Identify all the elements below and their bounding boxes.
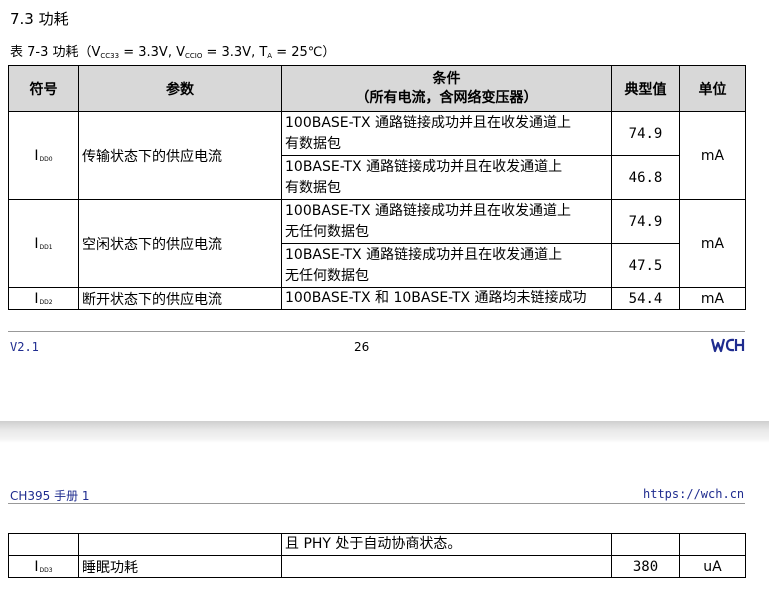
table-caption: 表 7-3 功耗（VCC33 = 3.3V, VCCIO = 3.3V, TA … [10, 44, 335, 63]
power-consumption-table: 符号 参数 条件 （所有电流，含网络变压器） 典型值 单位 IDD0 传输状态下… [8, 65, 746, 310]
doc-header-name: CH395 手册 1 [10, 489, 90, 503]
condition-line: 有数据包 [285, 135, 341, 152]
symbol-cell: IDD0 [8, 111, 79, 200]
doc-header-url[interactable]: https://wch.cn [643, 487, 744, 501]
caption-ta-sub: A [267, 52, 273, 60]
empty-cell [679, 533, 746, 556]
symbol-letter: I [34, 290, 39, 307]
typical-cell: 74.9 [611, 111, 680, 156]
typical-cell: 54.4 [611, 287, 680, 310]
empty-cell [78, 533, 282, 556]
condition-line: 100BASE-TX 通路链接成功并且在收发通道上 [285, 202, 571, 219]
condition-cell: 100BASE-TX 和 10BASE-TX 通路均未链接成功 [281, 287, 612, 310]
header-param: 参数 [78, 65, 282, 112]
symbol-subscript: DD2 [39, 298, 53, 306]
footer-rule [8, 331, 745, 332]
param-cell: 断开状态下的供应电流 [78, 287, 282, 310]
typical-cell: 74.9 [611, 199, 680, 244]
symbol-letter: I [34, 147, 39, 164]
condition-cell: 100BASE-TX 通路链接成功并且在收发通道上 有数据包 [281, 111, 612, 156]
symbol-letter: I [34, 235, 39, 252]
table-row: 且 PHY 处于自动协商状态。 [8, 533, 746, 556]
empty-cell [611, 533, 680, 556]
table-row: IDD2 断开状态下的供应电流 100BASE-TX 和 10BASE-TX 通… [8, 287, 746, 310]
table-header-row: 符号 参数 条件 （所有电流，含网络变压器） 典型值 单位 [8, 65, 746, 112]
caption-mid2: = 3.3V, T [202, 45, 268, 60]
header-condition: 条件 （所有电流，含网络变压器） [281, 65, 612, 112]
unit-cell: uA [679, 555, 746, 578]
header-symbol: 符号 [8, 65, 79, 112]
condition-cell: 10BASE-TX 通路链接成功并且在收发通道上 无任何数据包 [281, 243, 612, 288]
section-title: 7.3 功耗 [10, 10, 69, 28]
symbol-subscript: DD3 [39, 566, 53, 574]
unit-cell: mA [679, 199, 746, 288]
condition-cell [281, 555, 612, 578]
condition-cell: 100BASE-TX 通路链接成功并且在收发通道上 无任何数据包 [281, 199, 612, 244]
header-cond-line2: （所有电流，含网络变压器） [355, 89, 538, 106]
table-row: IDD1 空闲状态下的供应电流 100BASE-TX 通路链接成功并且在收发通道… [8, 199, 746, 288]
symbol-cell: IDD2 [8, 287, 79, 310]
typical-cell: 46.8 [611, 155, 680, 200]
footer-version: V2.1 [10, 340, 39, 354]
table-row: IDD3 睡眠功耗 380 uA [8, 555, 746, 578]
param-cell: 空闲状态下的供应电流 [78, 199, 282, 288]
symbol-subscript: DD0 [39, 155, 53, 163]
unit-cell: mA [679, 111, 746, 200]
typical-cell: 47.5 [611, 243, 680, 288]
condition-line: 100BASE-TX 通路链接成功并且在收发通道上 [285, 114, 571, 131]
symbol-cell: IDD1 [8, 199, 79, 288]
symbol-subscript: DD1 [39, 243, 53, 251]
condition-line: 10BASE-TX 通路链接成功并且在收发通道上 [285, 246, 563, 263]
empty-cell [8, 533, 79, 556]
caption-mid1: = 3.3V, V [119, 45, 185, 60]
footer-page-number: 26 [354, 340, 370, 354]
condition-line: 10BASE-TX 通路链接成功并且在收发通道上 [285, 158, 563, 175]
condition-line: 无任何数据包 [285, 267, 369, 284]
condition-cell: 且 PHY 处于自动协商状态。 [281, 533, 612, 556]
header-cond-line1: 条件 [432, 70, 461, 87]
header-unit: 单位 [679, 65, 746, 112]
unit-cell: mA [679, 287, 746, 310]
wch-logo-icon [711, 338, 745, 353]
param-cell: 传输状态下的供应电流 [78, 111, 282, 200]
header-rule [8, 503, 745, 504]
power-consumption-table-continued: 且 PHY 处于自动协商状态。 IDD3 睡眠功耗 380 uA [8, 533, 746, 578]
table-row: IDD0 传输状态下的供应电流 100BASE-TX 通路链接成功并且在收发通道… [8, 111, 746, 200]
symbol-letter: I [34, 558, 39, 575]
caption-suffix: = 25℃） [272, 45, 336, 60]
caption-prefix: 表 7-3 功耗（V [10, 45, 101, 60]
caption-vcc33-sub: CC33 [100, 52, 120, 60]
header-typical: 典型值 [611, 65, 680, 112]
page-break [0, 421, 769, 443]
param-cell: 睡眠功耗 [78, 555, 282, 578]
condition-line: 无任何数据包 [285, 223, 369, 240]
typical-cell: 380 [611, 555, 680, 578]
condition-cell: 10BASE-TX 通路链接成功并且在收发通道上 有数据包 [281, 155, 612, 200]
caption-vccio-sub: CCIO [184, 52, 203, 60]
symbol-cell: IDD3 [8, 555, 79, 578]
condition-line: 有数据包 [285, 179, 341, 196]
